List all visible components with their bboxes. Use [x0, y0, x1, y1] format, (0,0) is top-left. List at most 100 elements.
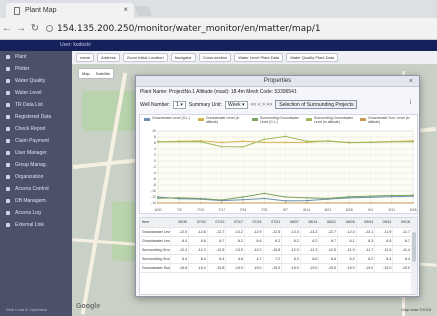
data-point — [178, 197, 181, 199]
data-table: Item 06/30 07/03 07/10 07/17 07/24 07/31 08/07 0… — [139, 217, 418, 295]
table-cell: -19.0 — [225, 263, 245, 273]
table-cell: -19.0 — [244, 263, 264, 273]
y-tick-label: -8 — [153, 183, 156, 187]
forward-icon[interactable]: → — [14, 23, 28, 34]
sidebar-item[interactable]: Group Manag. — [0, 159, 72, 171]
table-cell: -12.5 — [263, 227, 283, 237]
legend-item[interactable]: Surrounding Groundwater Level (G.L.) — [252, 116, 302, 125]
table-cell: -19.8 — [170, 263, 190, 273]
sidebar-item-label: Plant — [15, 54, 27, 60]
table-cell: 4.8 — [225, 254, 245, 264]
data-point — [327, 140, 329, 143]
sidebar-item[interactable]: Water Level — [0, 87, 72, 99]
sidebar-item[interactable]: Registered Data — [0, 111, 72, 123]
legend-swatch — [252, 118, 258, 121]
map-toolbar-button[interactable]: name — [76, 53, 95, 62]
sidebar-item-label: Claim Payment — [15, 138, 49, 144]
map-toolbar-button[interactable]: Water Quality Plant Data — [286, 53, 339, 62]
dialog-title: Properties — [263, 78, 292, 84]
table-cell: -12.3 — [337, 227, 357, 237]
table-cell: -12.3 — [300, 245, 320, 255]
table-cell: -19.0 — [356, 263, 376, 273]
browser-tab[interactable]: Plant Map × — [6, 3, 134, 18]
table-cell: 6.6 — [188, 236, 208, 246]
url-field[interactable]: 154.135.200.250/monitor/water_monitor/en… — [46, 24, 321, 34]
table-row: Surrounding Ground6.46.46.44.84.77.28.26… — [140, 254, 412, 264]
map-type-map[interactable]: Map — [79, 69, 93, 78]
menu-item-icon — [6, 55, 10, 59]
data-point — [242, 196, 244, 198]
sidebar-item[interactable]: Water Quality — [0, 75, 72, 87]
back-icon[interactable]: ← — [0, 23, 14, 34]
table-cell: 6.7 — [392, 236, 412, 246]
data-point — [242, 202, 244, 204]
new-tab-button[interactable] — [134, 6, 152, 16]
sidebar-item[interactable]: Organization — [0, 171, 72, 183]
map-toolbar-button[interactable]: Zoom Initial Location — [122, 53, 168, 62]
legend-label: Surrounding Groundwater Level (G.L.) — [260, 116, 300, 124]
data-point — [157, 202, 159, 204]
table-scrollbar[interactable] — [411, 218, 417, 294]
reload-icon[interactable]: ↻ — [28, 23, 42, 34]
data-point — [390, 140, 393, 143]
table-cell: 6.4 — [170, 236, 190, 246]
menu-item-icon — [6, 103, 10, 107]
sidebar-item[interactable]: Check Report — [0, 123, 72, 135]
sidebar-item[interactable]: TR Data List — [0, 99, 72, 111]
sidebar-item[interactable]: Plant — [0, 51, 72, 63]
well-number-label: Well Number: — [140, 101, 171, 108]
map-toolbar-button[interactable]: Cross-section — [198, 53, 232, 62]
legend-item[interactable]: Groundwater Surr. Level (in altitude) — [360, 116, 410, 125]
map-toolbar-button[interactable]: Address — [97, 53, 120, 62]
table-cell: 6.6 — [300, 254, 320, 264]
sidebar-item[interactable]: External Link — [0, 219, 72, 231]
map-toolbar-button[interactable]: Water Level Plant Data — [234, 53, 284, 62]
table-header-row: Item 06/30 07/03 07/10 07/17 07/24 07/31 08/07 0… — [140, 218, 412, 228]
legend-swatch — [198, 118, 204, 121]
sidebar-item[interactable]: DB Managem. — [0, 195, 72, 207]
well-number-select[interactable]: 1 ▾ — [173, 100, 186, 109]
legend-item[interactable]: Surrounding Groundwater Level (in altitu… — [306, 116, 356, 125]
map-toolbar-button[interactable]: Navigator — [170, 53, 196, 62]
table-cell: 6.4 — [188, 254, 208, 264]
table-cell: 6.7 — [207, 236, 227, 246]
info-circle-icon[interactable] — [46, 24, 53, 32]
sidebar-item[interactable]: Claim Payment — [0, 135, 72, 147]
info-icon[interactable]: i — [410, 100, 411, 106]
x-tick-label: 8/7 — [283, 208, 288, 212]
legend-swatch — [360, 118, 366, 121]
legend-item[interactable]: Groundwater Level (in altitude) — [198, 116, 248, 125]
address-bar: ← → ↻ 154.135.200.250/monitor/water_moni… — [0, 18, 437, 40]
x-tick-label: 7/10 — [197, 208, 204, 212]
sidebar-item[interactable]: Access Control — [0, 183, 72, 195]
data-point — [263, 141, 266, 144]
legend-swatch — [306, 118, 312, 121]
map-type-satellite[interactable]: Satellite — [93, 69, 113, 78]
tab-close-icon[interactable]: × — [123, 5, 128, 14]
period-nav[interactable]: << < > >> — [251, 102, 273, 108]
sidebar-item[interactable]: Plotter — [0, 63, 72, 75]
table-header-cell: 06/30 — [170, 218, 190, 228]
table-cell: -12.9 — [244, 227, 264, 237]
menu-item-icon — [6, 91, 10, 95]
sidebar-item-label: Registered Data — [15, 114, 52, 120]
data-point — [305, 199, 308, 202]
summary-unit-label: Summary Unit: — [188, 101, 222, 108]
sidebar-item[interactable]: User Manager — [0, 147, 72, 159]
table-row: Groundwater Level (6.46.66.76.26.66.26.2… — [140, 236, 412, 246]
table-cell: -19.0 — [318, 263, 338, 273]
summary-unit-select[interactable]: Week ▾ — [224, 100, 248, 109]
menu-item-icon — [6, 199, 10, 203]
close-icon[interactable]: × — [409, 76, 413, 87]
dialog-title-bar[interactable]: Properties × — [136, 76, 419, 87]
data-point — [178, 140, 181, 143]
legend-item[interactable]: Groundwater Level (G.L.) — [144, 116, 194, 121]
table-cell: 6.6 — [318, 254, 338, 264]
table-cell: 6.2 — [356, 254, 376, 264]
menu-item-icon — [6, 139, 10, 143]
select-surrounding-button[interactable]: Selection of Surrounding Projects — [275, 100, 358, 109]
scroll-thumb[interactable] — [412, 232, 416, 262]
sidebar-item[interactable]: Access Log — [0, 207, 72, 219]
page-icon — [14, 6, 20, 15]
map-toolbar: name Address Zoom Initial Location Navigato… — [72, 51, 437, 64]
